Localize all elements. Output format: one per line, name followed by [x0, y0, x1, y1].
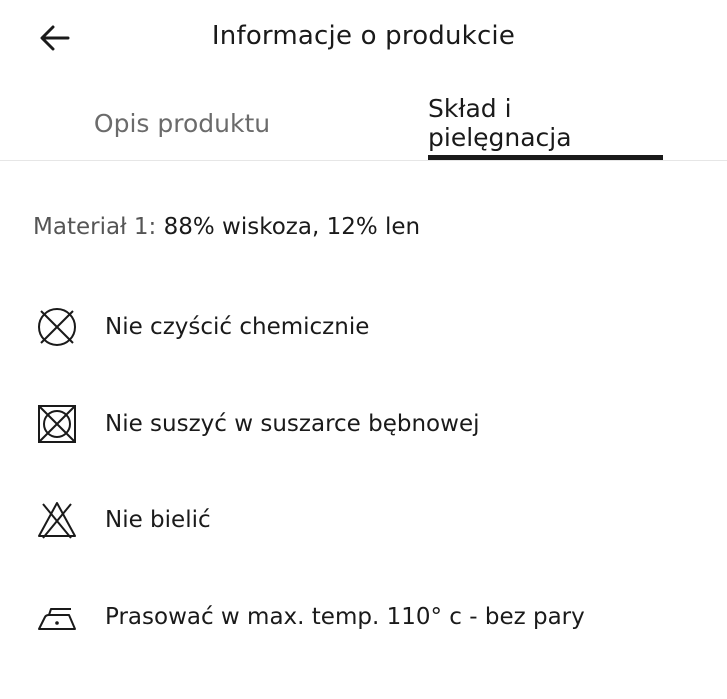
material-label: Materiał 1:	[33, 214, 157, 240]
material-value: 88% wiskoza, 12% len	[163, 214, 421, 240]
top-bar: Informacje o produkcie	[0, 0, 727, 76]
care-text: Nie czyścić chemicznie	[105, 314, 370, 340]
no-tumble-dry-icon	[33, 400, 81, 448]
tab-opis-produktu[interactable]: Opis produktu	[80, 86, 284, 160]
no-bleach-icon	[33, 496, 81, 544]
care-item: Nie czyścić chemicznie	[33, 302, 713, 352]
care-text: Nie bielić	[105, 507, 211, 533]
care-item: Nie bielić	[33, 495, 713, 545]
care-text: Nie suszyć w suszarce bębnowej	[105, 411, 480, 437]
active-tab-indicator	[428, 155, 663, 160]
material-composition: Materiał 1: 88% wiskoza, 12% len	[33, 210, 420, 244]
tab-sklad-i-pielegnacja[interactable]: Skład i pielęgnacja	[428, 86, 663, 160]
no-dry-clean-icon	[33, 303, 81, 351]
tab-bar: Opis produktu Skład i pielęgnacja	[0, 86, 727, 161]
care-item: Prasować w max. temp. 110° c - bez pary	[33, 592, 713, 642]
care-item: Nie suszyć w suszarce bębnowej	[33, 399, 713, 449]
care-text: Prasować w max. temp. 110° c - bez pary	[105, 604, 585, 630]
iron-low-temp-icon	[33, 593, 81, 641]
page-title: Informacje o produkcie	[211, 21, 516, 51]
